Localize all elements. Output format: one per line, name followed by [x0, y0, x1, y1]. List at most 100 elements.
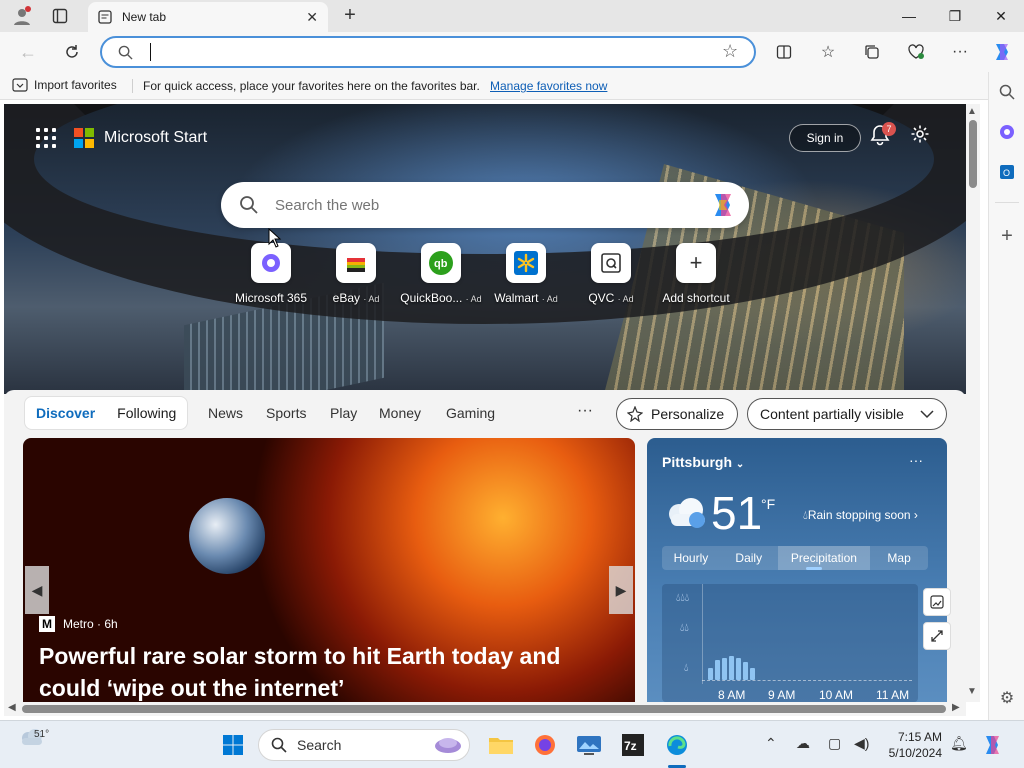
browser-essentials-icon[interactable] [902, 38, 930, 66]
horizontal-scroll-thumb[interactable] [22, 705, 946, 713]
category-play[interactable]: Play [330, 405, 357, 421]
microsoft-365-icon [251, 243, 291, 283]
page-settings-icon[interactable] [910, 124, 932, 146]
toolbar: ← ☆ ☆ ··· [0, 32, 1024, 72]
copilot-taskbar-icon[interactable] [978, 730, 1008, 760]
microsoft-365-icon[interactable] [993, 118, 1021, 146]
vertical-scroll-thumb[interactable] [969, 120, 977, 188]
sidebar-search-icon[interactable] [993, 78, 1021, 106]
weather-condition[interactable]: 💧︎Rain stopping soon › [803, 508, 918, 523]
copilot-icon[interactable] [709, 192, 737, 218]
windows-start-icon[interactable] [218, 730, 248, 760]
7zip-icon[interactable]: 7z [618, 730, 648, 760]
firefox-icon[interactable] [530, 730, 560, 760]
feedback-image-icon[interactable] [923, 588, 951, 616]
tab-actions-icon[interactable] [48, 4, 72, 28]
web-search-box[interactable] [221, 182, 749, 228]
horizontal-scrollbar[interactable]: ◀ ▶ [4, 702, 966, 716]
profile-icon[interactable] [10, 4, 34, 28]
weather-more-icon[interactable]: ··· [909, 452, 923, 468]
category-gaming[interactable]: Gaming [446, 405, 495, 421]
expand-icon[interactable] [923, 622, 951, 650]
show-hidden-icons-chevron-icon[interactable]: ⌃ [765, 735, 777, 752]
scroll-down-arrow-icon[interactable]: ▼ [967, 686, 977, 697]
brand-name[interactable]: Microsoft Start [104, 129, 207, 147]
personalize-button[interactable]: Personalize [616, 398, 738, 430]
manage-favorites-link[interactable]: Manage favorites now [490, 79, 607, 93]
sign-in-button[interactable]: Sign in [789, 124, 861, 152]
taskbar-search[interactable]: Search [258, 729, 470, 761]
weather-condition-label: Rain stopping soon [807, 508, 911, 522]
close-tab-icon[interactable]: ✕ [306, 9, 318, 26]
svg-text:qb: qb [434, 258, 448, 270]
weather-tab-precipitation[interactable]: Precipitation [777, 546, 871, 570]
shortcut-quickbooks[interactable]: qb QuickBoo... · Ad [396, 243, 486, 305]
taskbar-weather-widget[interactable]: 51° [18, 727, 49, 750]
news-card[interactable]: ◀ ▶ M Metro · 6h Powerful rare solar sto… [23, 438, 635, 702]
file-explorer-icon[interactable] [486, 730, 516, 760]
add-sidebar-app-icon[interactable]: + [993, 222, 1021, 250]
restore-button[interactable]: ❐ [932, 0, 978, 32]
address-bar[interactable]: ☆ [100, 36, 756, 68]
split-screen-icon[interactable] [770, 38, 798, 66]
scroll-right-arrow-icon[interactable]: ▶ [952, 702, 960, 713]
collections-icon[interactable] [858, 38, 886, 66]
carousel-prev-button[interactable]: ◀ [25, 566, 49, 614]
shortcut-ebay[interactable]: eBay · Ad [311, 243, 401, 305]
text-caret [150, 43, 151, 61]
tab-following[interactable]: Following [117, 405, 176, 421]
carousel-next-button[interactable]: ▶ [609, 566, 633, 614]
vertical-scrollbar[interactable]: ▲ ▼ [966, 104, 980, 702]
category-money[interactable]: Money [379, 405, 421, 421]
copilot-icon[interactable] [988, 38, 1016, 66]
address-input[interactable] [152, 42, 692, 62]
divider [132, 79, 133, 93]
edge-icon[interactable] [662, 730, 692, 760]
outlook-icon[interactable]: O [993, 158, 1021, 186]
precipitation-bar [708, 668, 713, 680]
temperature-unit[interactable]: °F [761, 496, 775, 512]
favorite-star-icon[interactable]: ☆ [722, 41, 738, 62]
more-categories-button[interactable]: ··· [577, 402, 593, 420]
add-shortcut-button[interactable]: + Add shortcut [651, 243, 741, 305]
news-headline[interactable]: Powerful rare solar storm to hit Earth t… [39, 640, 619, 702]
sidebar-settings-icon[interactable]: ⚙ [993, 684, 1021, 712]
favorites-icon[interactable]: ☆ [814, 38, 842, 66]
weather-tab-map[interactable]: Map [870, 546, 928, 570]
more-options-icon[interactable]: ··· [946, 38, 974, 66]
ad-label: · Ad [465, 294, 482, 304]
import-favorites-button[interactable]: Import favorites [12, 78, 117, 92]
image-viewer-icon[interactable] [574, 730, 604, 760]
new-tab-page-icon [98, 10, 112, 24]
weather-card[interactable]: Pittsburgh ⌄ ··· 51 °F 💧︎Rain stopping s… [647, 438, 947, 702]
weather-location[interactable]: Pittsburgh ⌄ [662, 454, 744, 470]
shortcut-walmart[interactable]: Walmart · Ad [481, 243, 571, 305]
cloudy-rain-icon [669, 498, 705, 528]
new-tab-button[interactable]: + [338, 4, 362, 28]
weather-tab-hourly[interactable]: Hourly [662, 546, 720, 570]
category-news[interactable]: News [208, 405, 243, 421]
minimize-button[interactable]: — [886, 0, 932, 32]
content-visibility-dropdown[interactable]: Content partially visible [747, 398, 947, 430]
volume-icon[interactable]: ◀︎) [854, 735, 869, 752]
tab-title: New tab [122, 10, 167, 24]
scroll-left-arrow-icon[interactable]: ◀ [8, 702, 16, 713]
quickbooks-icon: qb [421, 243, 461, 283]
category-sports[interactable]: Sports [266, 405, 306, 421]
refresh-button[interactable] [58, 38, 86, 66]
tab-new-tab[interactable]: New tab ✕ [88, 2, 328, 32]
network-icon[interactable]: ▢ [828, 735, 841, 752]
back-button[interactable]: ← [14, 38, 42, 66]
scroll-up-arrow-icon[interactable]: ▲ [967, 106, 977, 117]
system-clock[interactable]: 7:15 AM 5/10/2024 [870, 729, 942, 761]
app-launcher-icon[interactable] [36, 128, 56, 148]
close-window-button[interactable]: ✕ [978, 0, 1024, 32]
tab-discover[interactable]: Discover [36, 405, 95, 421]
shortcut-microsoft-365[interactable]: Microsoft 365 [226, 243, 316, 305]
cloud-sync-icon[interactable]: ☁︎ [796, 735, 810, 752]
shortcut-qvc[interactable]: QVC · Ad [566, 243, 656, 305]
web-search-input[interactable] [275, 195, 695, 215]
metro-logo-icon: M [39, 616, 55, 632]
weather-tab-daily[interactable]: Daily [720, 546, 778, 570]
notification-bell-icon[interactable]: 🔔︎ [950, 735, 968, 752]
